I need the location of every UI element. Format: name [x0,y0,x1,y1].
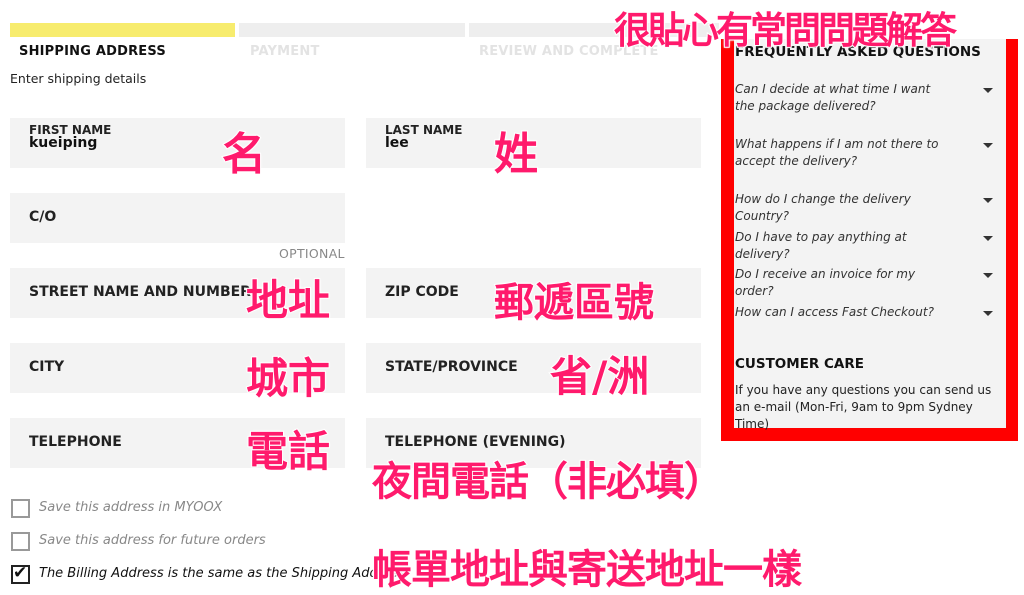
chevron-down-icon[interactable] [983,198,993,203]
state-province-field[interactable]: STATE/PROVINCE [366,343,701,393]
street-label: STREET NAME AND NUMBER [29,284,251,300]
first-name-field[interactable]: FIRST NAME kueiping [10,118,345,168]
chevron-down-icon[interactable] [983,88,993,93]
annotation-street: 地址 [245,275,331,326]
step-shipping-address[interactable]: SHIPPING ADDRESS [19,44,166,59]
annotation-billing: 帳單地址與寄送地址一樣 [371,546,803,594]
billing-same-checkbox[interactable] [11,563,30,584]
zip-code-label: ZIP CODE [385,284,459,300]
chevron-down-icon[interactable] [983,311,993,316]
customer-care-text: If you have any questions you can send u… [735,383,992,431]
annotation-faq: 很貼心有常問問題解答 [613,8,958,53]
faq-question[interactable]: Do I have to pay anything at delivery? [735,229,945,263]
co-field[interactable]: C/O [10,193,345,243]
annotation-telephone: 電話 [245,426,331,477]
telephone-label: TELEPHONE [29,434,122,450]
last-name-value: lee [385,135,409,151]
faq-question[interactable]: Can I decide at what time I want the pac… [735,81,945,115]
co-label: C/O [29,209,57,225]
annotation-state: 省/洲 [549,351,650,402]
first-name-value: kueiping [29,135,98,151]
step-bar-payment [239,23,465,37]
annotation-city: 城市 [245,353,331,404]
save-myoox-checkbox[interactable] [11,499,30,518]
annotation-zip: 郵遞區號 [493,279,655,327]
annotation-last-name: 姓 [493,128,539,181]
chevron-down-icon[interactable] [983,273,993,278]
faq-question[interactable]: How do I change the delivery Country? [735,191,945,225]
billing-same-label: The Billing Address is the same as the S… [39,566,405,581]
chevron-down-icon[interactable] [983,236,993,241]
step-payment[interactable]: PAYMENT [250,44,320,59]
chevron-down-icon[interactable] [983,143,993,148]
page-subtitle: Enter shipping details [10,71,147,86]
save-future-orders-label: Save this address for future orders [39,533,266,548]
co-optional-hint: OPTIONAL [279,246,345,261]
annotation-first-name: 名 [221,128,267,181]
state-province-label: STATE/PROVINCE [385,359,518,375]
faq-question[interactable]: Do I receive an invoice for my order? [735,266,945,300]
faq-question[interactable]: What happens if I am not there to accept… [735,136,945,170]
faq-question[interactable]: How can I access Fast Checkout? [735,304,945,321]
save-myoox-label: Save this address in MYOOX [39,500,223,515]
save-future-orders-checkbox[interactable] [11,532,30,551]
telephone-evening-label: TELEPHONE (EVENING) [385,434,566,450]
customer-care-title: CUSTOMER CARE [735,356,865,372]
annotation-telephone-evening: 夜間電話（非必填） [371,458,725,506]
city-label: CITY [29,359,65,375]
step-bar-shipping [10,23,235,37]
